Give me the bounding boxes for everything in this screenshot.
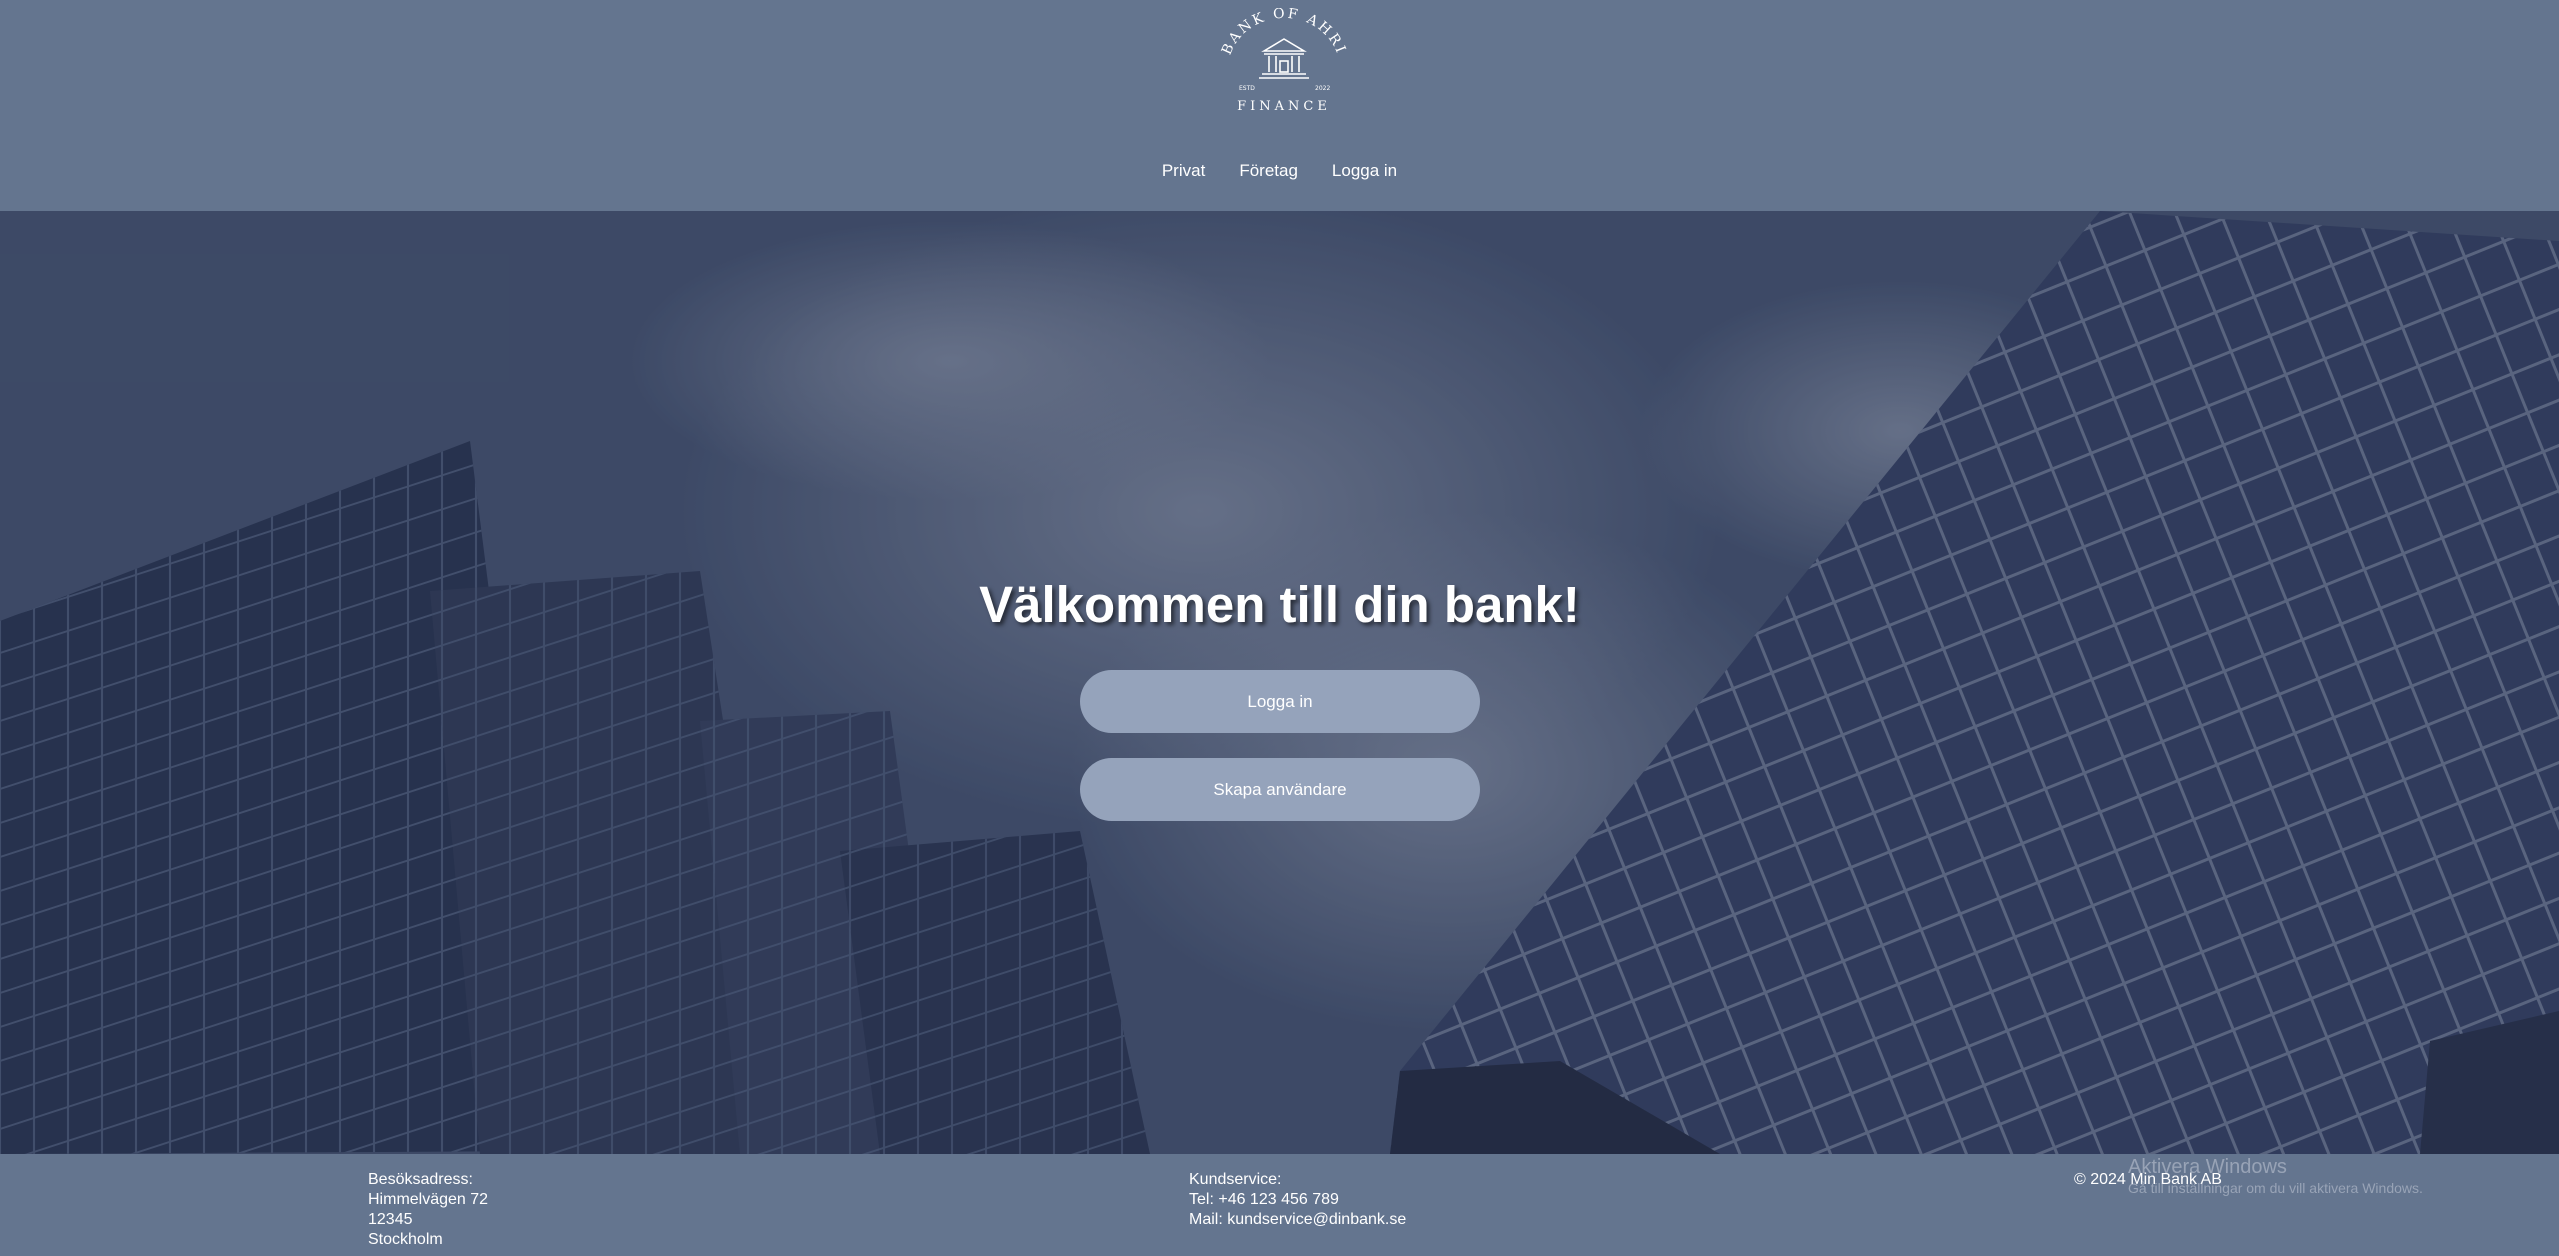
nav-logga-in[interactable]: Logga in bbox=[1332, 156, 1397, 186]
create-user-button[interactable]: Skapa användare bbox=[1080, 758, 1480, 821]
address-city: Stockholm bbox=[368, 1231, 443, 1248]
address-street: Himmelvägen 72 bbox=[368, 1191, 489, 1208]
footer-address: Besöksadress: Himmelvägen 72 12345 Stock… bbox=[368, 1170, 488, 1250]
service-phone: Tel: +46 123 456 789 bbox=[1189, 1191, 1339, 1208]
bank-logo[interactable]: BANK OF AHRI ESTD 2022 FINANCE bbox=[1214, 8, 1354, 136]
service-heading: Kundservice: bbox=[1189, 1171, 1282, 1188]
watermark-title: Aktivera Windows bbox=[2128, 1156, 2287, 1178]
svg-text:BANK OF AHRI: BANK OF AHRI bbox=[1219, 8, 1349, 57]
site-header: BANK OF AHRI ESTD 2022 FINANCE Privat Fö… bbox=[0, 0, 2559, 211]
address-heading: Besöksadress: bbox=[368, 1171, 473, 1188]
nav-foretag[interactable]: Företag bbox=[1239, 156, 1298, 186]
hero-title: Välkommen till din bank! bbox=[979, 576, 1580, 633]
main-nav: Privat Företag Logga in bbox=[0, 156, 2559, 186]
logo-estd: ESTD bbox=[1239, 85, 1255, 92]
nav-privat[interactable]: Privat bbox=[1162, 156, 1205, 186]
bank-building-icon bbox=[1259, 38, 1309, 79]
hero-section: Välkommen till din bank! Logga in Skapa … bbox=[0, 211, 2559, 1154]
logo-year: 2022 bbox=[1315, 85, 1330, 92]
logo-bottom-text: FINANCE bbox=[1237, 99, 1331, 114]
watermark-subtitle: Gå till inställningar om du vill aktiver… bbox=[2128, 1180, 2423, 1196]
footer-customer-service: Kundservice: Tel: +46 123 456 789 Mail: … bbox=[1189, 1170, 1406, 1230]
logo-top-text: BANK OF AHRI bbox=[1219, 8, 1347, 57]
login-button[interactable]: Logga in bbox=[1080, 670, 1480, 733]
windows-activation-watermark: Aktivera Windows Gå till inställningar o… bbox=[2128, 1155, 2423, 1197]
service-mail: Mail: kundservice@dinbank.se bbox=[1189, 1211, 1407, 1228]
address-zip: 12345 bbox=[368, 1211, 413, 1228]
